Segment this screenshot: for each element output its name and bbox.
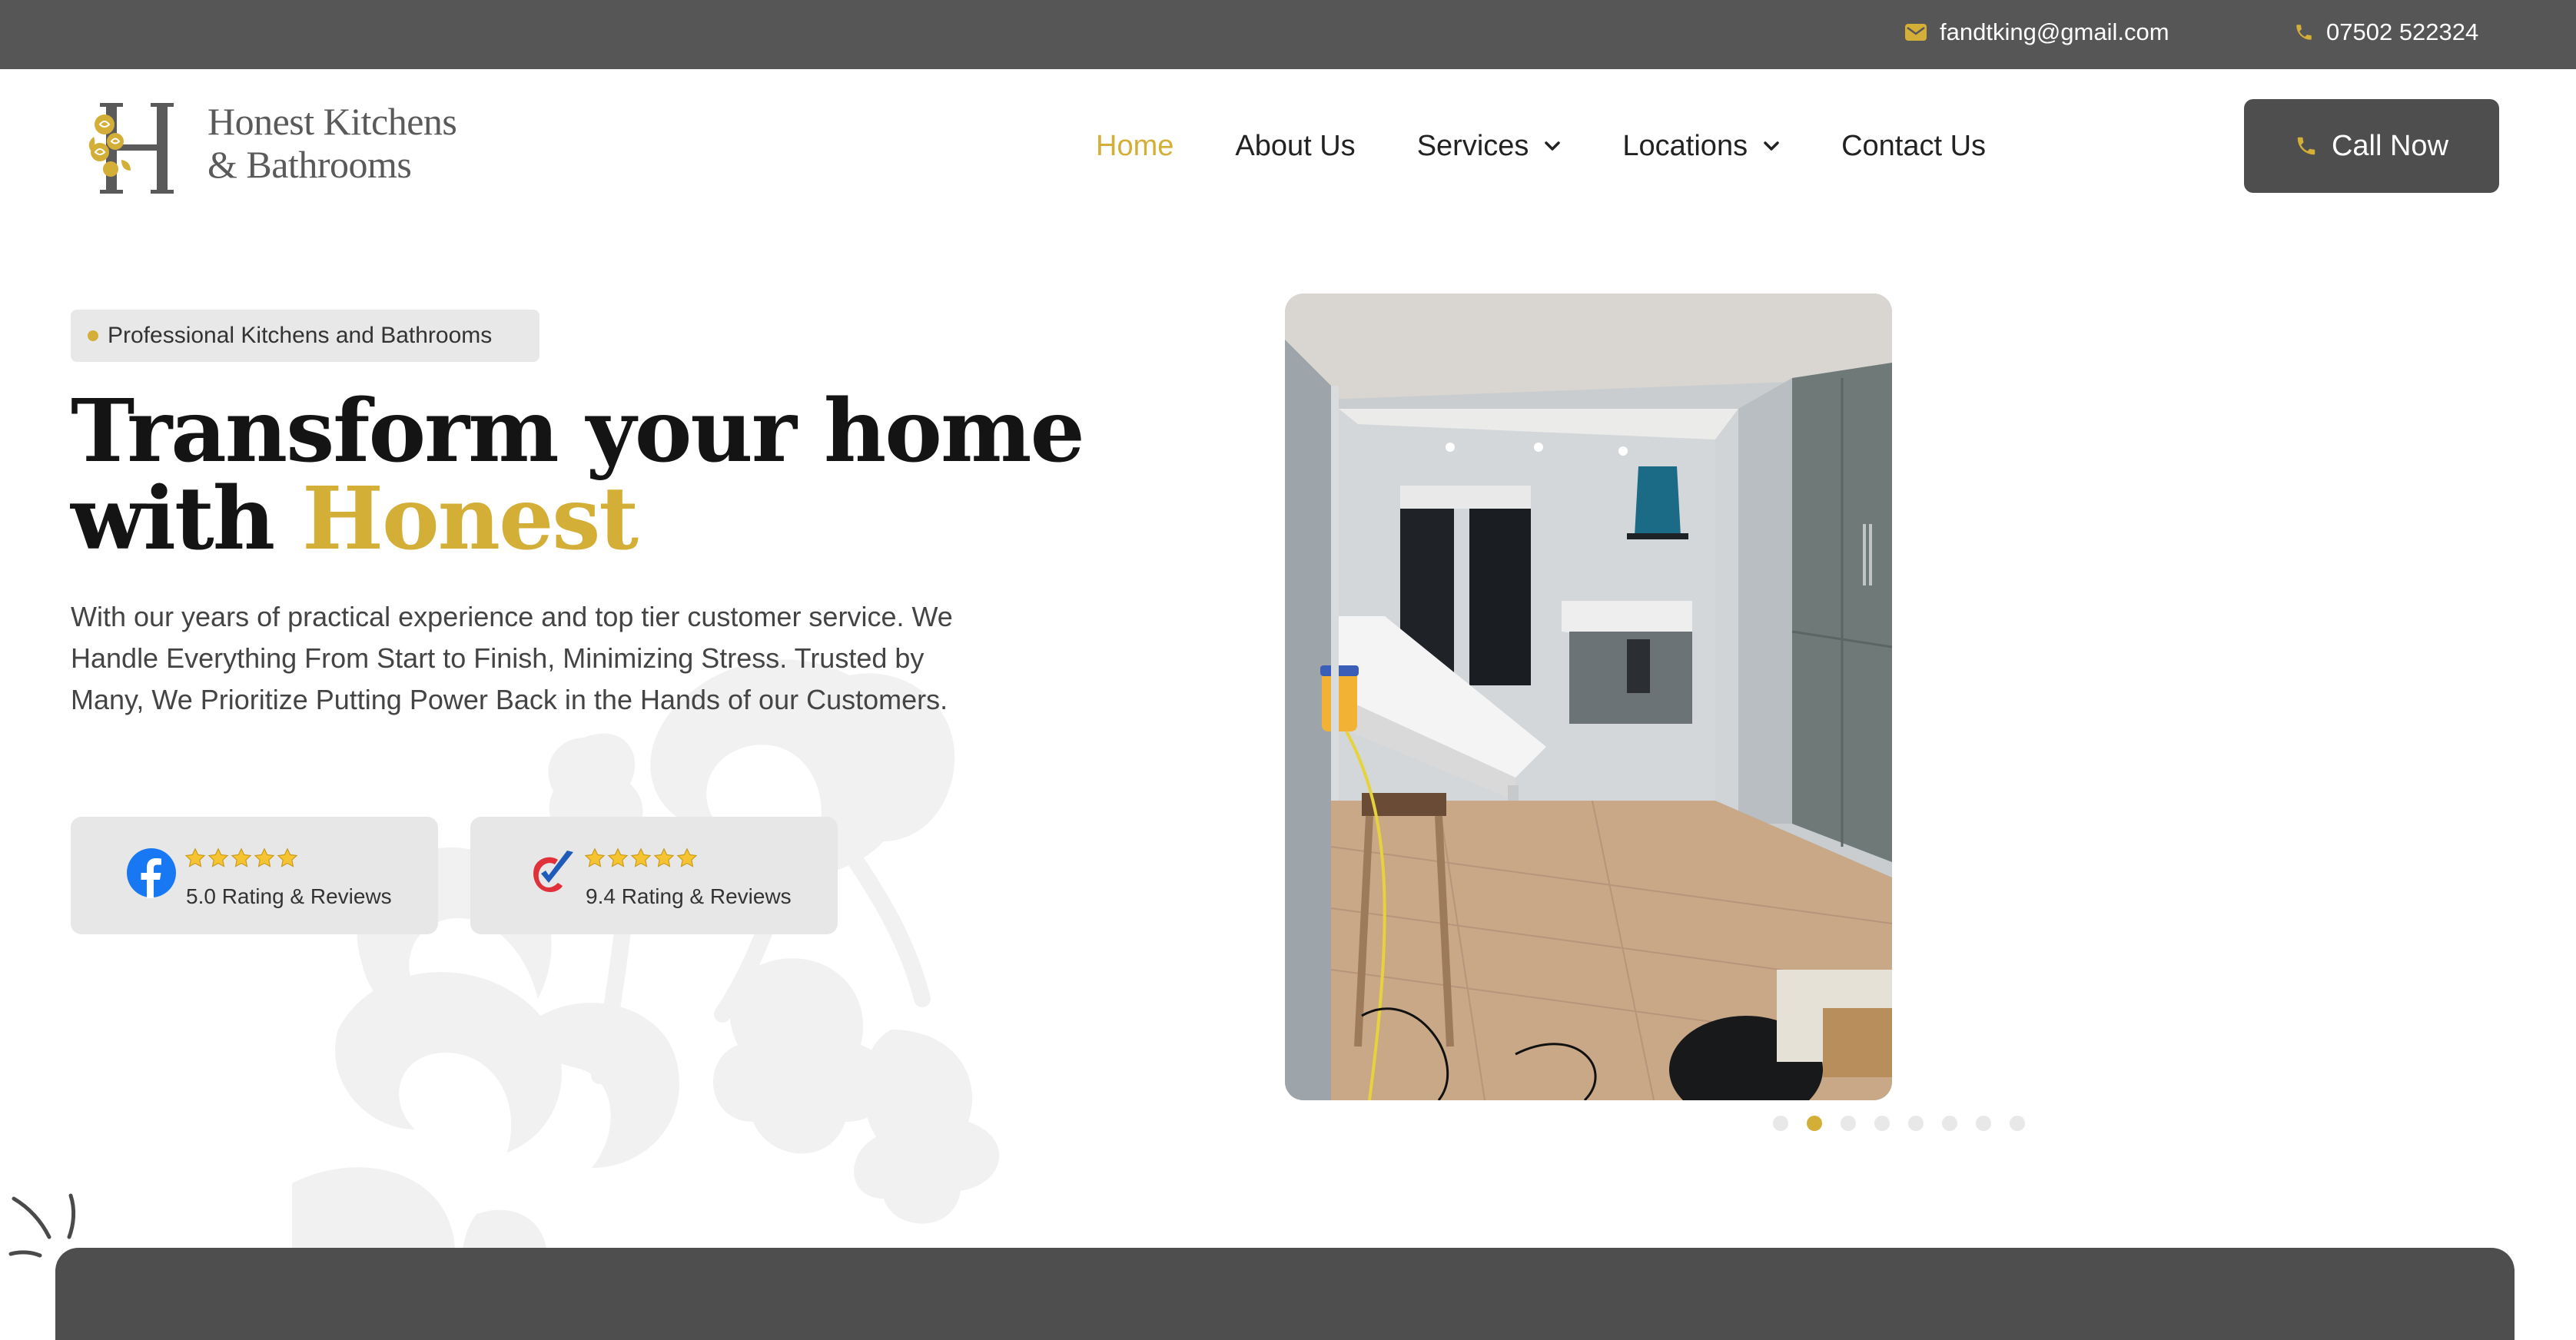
nav-item-locations[interactable]: Locations <box>1622 130 1780 163</box>
logo-monogram-icon <box>88 103 174 194</box>
call-now-label: Call Now <box>2331 129 2449 162</box>
hero-description: With our years of practical experience a… <box>71 601 953 715</box>
carousel-dot[interactable] <box>1942 1116 1957 1131</box>
top-email-link[interactable]: fandtking@gmail.com <box>1904 0 2169 65</box>
top-bar: fandtking@gmail.com 07502 522324 <box>0 0 2576 69</box>
star-icon <box>607 847 629 867</box>
carousel-dot[interactable] <box>2010 1116 2025 1131</box>
main-nav: Home About Us Services Locations Contact… <box>1096 123 1986 169</box>
facebook-rating-card[interactable]: 5.0 Rating & Reviews <box>71 817 438 934</box>
nav-item-label: Services <box>1416 129 1529 162</box>
hero-badge: Professional Kitchens and Bathrooms <box>71 310 539 362</box>
rating-label: 9.4 Rating & Reviews <box>586 884 792 908</box>
star-icon <box>184 847 206 867</box>
top-email-text: fandtking@gmail.com <box>1940 18 2169 45</box>
phone-icon <box>2296 25 2312 40</box>
star-icon <box>254 847 275 867</box>
top-phone-text: 07502 522324 <box>2326 18 2479 45</box>
star-icon <box>231 847 252 867</box>
hero-badge-text: Professional Kitchens and Bathrooms <box>108 323 493 348</box>
star-icon <box>630 847 652 867</box>
hero-title-prefix: with <box>71 469 303 569</box>
call-now-button[interactable]: Call Now <box>2244 99 2499 193</box>
nav-item-home[interactable]: Home <box>1096 130 1173 163</box>
carousel-dot-active[interactable] <box>1807 1116 1822 1131</box>
star-rating <box>584 847 699 869</box>
carousel-pagination <box>1773 1116 2043 1131</box>
logo-line-2: & Bathrooms <box>207 143 412 186</box>
nav-item-label: Contact Us <box>1841 129 1987 162</box>
star-icon <box>653 847 675 867</box>
checkatrade-icon <box>533 851 573 892</box>
nav-item-services[interactable]: Services <box>1417 130 1562 163</box>
bottom-section-panel <box>55 1248 2515 1340</box>
chevron-down-icon <box>1764 141 1779 151</box>
hero-title: Transform your home with Honest <box>71 388 1085 563</box>
star-icon <box>676 847 698 867</box>
carousel-dot[interactable] <box>1841 1116 1856 1131</box>
carousel-dot[interactable] <box>1976 1116 1991 1131</box>
nav-item-label: Locations <box>1622 129 1748 162</box>
badge-dot-icon <box>88 330 98 341</box>
nav-item-label: About Us <box>1235 129 1356 162</box>
carousel-dot[interactable] <box>1908 1116 1924 1131</box>
site-logo[interactable]: Honest Kitchens & Bathrooms <box>83 91 483 198</box>
checkatrade-rating-card[interactable]: 9.4 Rating & Reviews <box>470 817 838 934</box>
mail-icon <box>1905 24 1927 41</box>
nav-item-label: Home <box>1096 129 1174 162</box>
rating-label: 5.0 Rating & Reviews <box>186 884 392 908</box>
logo-line-1: Honest Kitchens <box>207 100 457 143</box>
star-icon <box>277 847 298 867</box>
chevron-down-icon <box>1545 141 1561 151</box>
hero-kitchen-image <box>1285 294 1892 1100</box>
top-phone-link[interactable]: 07502 522324 <box>2294 0 2478 65</box>
carousel-dot[interactable] <box>1773 1116 1788 1131</box>
star-rating <box>184 847 300 869</box>
carousel-dot[interactable] <box>1874 1116 1890 1131</box>
kitchen-photo-illustration <box>1285 294 1892 1100</box>
facebook-icon <box>127 848 176 898</box>
nav-item-about-us[interactable]: About Us <box>1235 130 1355 163</box>
phone-icon <box>2297 137 2315 155</box>
star-icon <box>584 847 606 867</box>
hero-title-line-1: Transform your home <box>71 381 1085 482</box>
star-icon <box>207 847 229 867</box>
hero-title-accent: Honest <box>302 469 639 569</box>
logo-wordmark: Honest Kitchens & Bathrooms <box>207 100 457 186</box>
nav-item-contact-us[interactable]: Contact Us <box>1841 130 1986 163</box>
